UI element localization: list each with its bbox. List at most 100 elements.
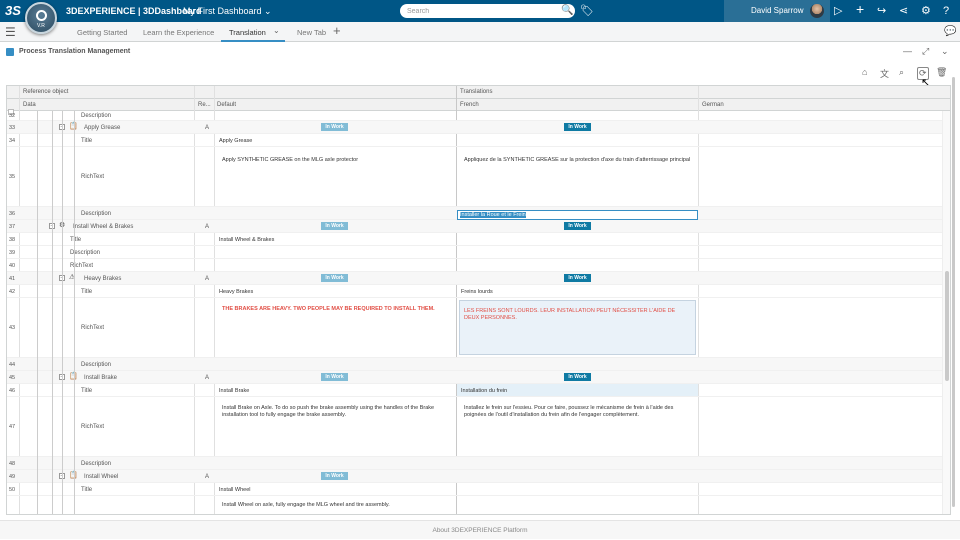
- default-cell[interactable]: Apply Grease: [219, 138, 252, 145]
- table-row[interactable]: 45 − 📋 Install Brake A In Work In Work: [7, 371, 950, 384]
- table-row[interactable]: 48 Description: [7, 457, 950, 470]
- default-richtext[interactable]: Install Wheel on axle, fully engage the …: [222, 502, 390, 509]
- minimize-icon[interactable]: —: [903, 46, 912, 56]
- tools-icon[interactable]: ⚙: [921, 3, 931, 19]
- french-richtext[interactable]: LES FREINS SONT LOURDS. LEUR INSTALLATIO…: [462, 303, 693, 326]
- french-richtext[interactable]: Appliquez de la SYNTHETIC GREASE sur la …: [464, 157, 692, 164]
- status-badge: In Work: [564, 373, 591, 381]
- maximize-icon[interactable]: ⤢: [922, 46, 929, 57]
- top-bar: 3S 3DEXPERIENCE | 3DDashboard My First D…: [0, 0, 960, 22]
- french-cell[interactable]: Freins lourds: [461, 289, 493, 296]
- french-title-editor[interactable]: Installer la Roue et le Frein: [457, 210, 698, 220]
- home-icon[interactable]: ⌂: [862, 67, 867, 77]
- search-icon[interactable]: 🔍: [561, 5, 573, 16]
- default-richtext[interactable]: Apply SYNTHETIC GREASE on the MLG axle p…: [222, 157, 447, 164]
- chevron-down-icon[interactable]: ⌄: [273, 26, 280, 35]
- french-cell[interactable]: Installation du frein: [461, 388, 507, 395]
- french-richtext-editor[interactable]: LES FREINS SONT LOURDS. LEUR INSTALLATIO…: [459, 300, 696, 355]
- header-default[interactable]: Default: [217, 102, 236, 108]
- table-row[interactable]: 43 RichText THE BRAKES ARE HEAVY. TWO PE…: [7, 298, 950, 358]
- table-row[interactable]: 33 − 📋 Apply Grease A In Work In Work: [7, 121, 950, 134]
- row-number: 47: [9, 424, 16, 430]
- table-row[interactable]: 41 − ⚠ Heavy Brakes A In Work In Work: [7, 272, 950, 285]
- row-label: Description: [81, 461, 112, 467]
- row-label: Description: [81, 211, 112, 217]
- row-number: 38: [9, 237, 16, 243]
- row-label: Title: [81, 289, 93, 295]
- tree-line: [52, 111, 53, 514]
- translation-grid: Reference object Translations Data Re...…: [6, 85, 951, 515]
- tab-translation[interactable]: Translation: [229, 28, 266, 37]
- table-row[interactable]: 44 Description: [7, 358, 950, 371]
- table-row[interactable]: 50 Title Install Wheel: [7, 483, 950, 496]
- default-cell[interactable]: Heavy Brakes: [219, 289, 253, 296]
- translate-icon[interactable]: 文: [880, 67, 889, 80]
- scrollbar-thumb[interactable]: [945, 271, 949, 381]
- bookmark-icon[interactable]: ▷: [834, 3, 842, 19]
- tab-learn[interactable]: Learn the Experience: [143, 28, 214, 37]
- table-row[interactable]: 32 Description: [7, 111, 950, 121]
- french-richtext[interactable]: Installez le frein sur l'essieu. Pour ce…: [464, 405, 692, 418]
- share-icon[interactable]: ↪: [877, 3, 886, 19]
- tag-icon[interactable]: 🏷: [580, 4, 594, 17]
- user-name[interactable]: David Sparrow: [751, 6, 803, 15]
- compass-center: [36, 10, 47, 21]
- trash-icon[interactable]: 🗑: [936, 67, 947, 78]
- compass-icon[interactable]: V.R: [25, 2, 57, 34]
- revision: A: [205, 276, 210, 282]
- row-number: 32: [9, 113, 16, 119]
- default-cell[interactable]: Install Wheel: [219, 487, 251, 494]
- network-icon[interactable]: ⋖: [899, 3, 908, 19]
- about-link[interactable]: About 3DEXPERIENCE Platform: [432, 527, 527, 534]
- default-richtext[interactable]: THE BRAKES ARE HEAVY. TWO PEOPLE MAY BE …: [222, 306, 447, 313]
- row-label: Install Wheel: [84, 474, 119, 480]
- table-row[interactable]: Install Wheel on axle, fully engage the …: [7, 496, 950, 514]
- table-row[interactable]: 34 Title Apply Grease: [7, 134, 950, 147]
- status-badge: In Work: [321, 123, 348, 131]
- chat-icon[interactable]: 💬: [944, 26, 956, 37]
- add-tab-icon[interactable]: +: [333, 23, 341, 38]
- header-german[interactable]: German: [702, 102, 724, 108]
- tree-line: [62, 111, 63, 514]
- zoom-icon[interactable]: ⌕: [899, 67, 904, 78]
- status-badge: In Work: [564, 274, 591, 282]
- header-column-row: Data Re... Default French German: [7, 99, 950, 115]
- scrollbar-thumb[interactable]: [952, 77, 955, 507]
- table-row[interactable]: 46 Title Install Brake Installation du f…: [7, 384, 950, 397]
- table-row[interactable]: 40 RichText: [7, 259, 950, 272]
- row-number: 48: [9, 461, 16, 467]
- brand-title: 3DEXPERIENCE | 3DDashboard: [66, 6, 202, 16]
- table-row[interactable]: 39 Description: [7, 246, 950, 259]
- menu-icon[interactable]: ☰: [5, 25, 16, 39]
- page-scrollbar[interactable]: [951, 67, 957, 515]
- header-data[interactable]: Data: [23, 102, 36, 108]
- row-label: Description: [81, 362, 112, 368]
- row-number: 39: [9, 250, 16, 256]
- add-icon[interactable]: +: [856, 1, 864, 17]
- row-number: 45: [9, 375, 16, 381]
- avatar[interactable]: [810, 4, 824, 18]
- table-row[interactable]: 49 − 📋 Install Wheel A In Work: [7, 470, 950, 483]
- row-number: 36: [9, 211, 16, 217]
- dashboard-selector[interactable]: My First Dashboard ⌄: [183, 6, 272, 17]
- revision: A: [205, 224, 210, 230]
- table-row[interactable]: 38 Title Install Wheel & Brakes: [7, 233, 950, 246]
- tab-getting-started[interactable]: Getting Started: [77, 28, 127, 37]
- table-row[interactable]: 37 − ⚙ Install Wheel & Brakes A In Work …: [7, 220, 950, 233]
- tab-new[interactable]: New Tab: [297, 28, 326, 37]
- default-cell[interactable]: Install Wheel & Brakes: [219, 237, 274, 244]
- header-french[interactable]: French: [460, 102, 479, 108]
- ds-logo[interactable]: 3S: [5, 3, 21, 18]
- search-input[interactable]: [400, 4, 575, 18]
- default-cell[interactable]: Install Brake: [219, 388, 249, 395]
- table-row[interactable]: 42 Title Heavy Brakes Freins lourds: [7, 285, 950, 298]
- table-row[interactable]: 47 RichText Install Brake on Axle. To do…: [7, 397, 950, 457]
- chevron-down-icon[interactable]: ⌄: [941, 46, 949, 57]
- revision: A: [205, 125, 210, 131]
- grid-scrollbar[interactable]: [942, 111, 950, 514]
- default-richtext[interactable]: Install Brake on Axle. To do so push the…: [222, 405, 447, 418]
- table-row[interactable]: 35 RichText Apply SYNTHETIC GREASE on th…: [7, 147, 950, 207]
- header-revision[interactable]: Re...: [198, 102, 211, 108]
- status-badge: In Work: [321, 472, 348, 480]
- help-icon[interactable]: ?: [943, 3, 949, 19]
